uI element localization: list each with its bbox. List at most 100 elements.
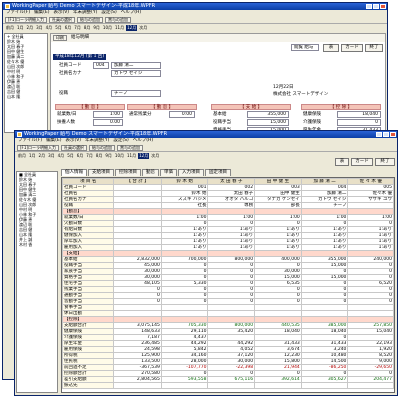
payroll-grid[interactable]: 項 目 名【 合 計 】鈴 木 始太 田 春 子田 中 健 生加 藤 清 二佐 … [61, 177, 395, 393]
menu-edit[interactable]: 編集(E) [46, 138, 61, 144]
month-2[interactable]: 2月 [38, 153, 47, 159]
ded-value[interactable]: 18,040 [337, 111, 381, 118]
doc-title: 給与明細 [71, 35, 89, 40]
menu-yearend[interactable]: 年末調整(Y) [85, 138, 109, 144]
table-cell[interactable] [347, 382, 394, 389]
month-7[interactable]: 7月 [73, 25, 82, 31]
back-window-title: WorkingPaper 給与 Demo スマートデザイン-平成18年.WPFR [12, 3, 156, 9]
front-employee-tree[interactable]: ■ 全社員 鈴木 始 太田 春子 田中 健生 加藤 清二 佐々木 優 山田 次郎… [16, 171, 58, 393]
menu-file[interactable]: ファイル(F) [6, 10, 30, 16]
month-next[interactable]: 次月 [138, 25, 148, 31]
table-cell[interactable] [160, 382, 209, 389]
minimize-button[interactable] [366, 4, 372, 9]
add-salary-button[interactable]: 給与の追加 [76, 16, 103, 23]
month-10[interactable]: 10月 [102, 25, 113, 31]
menu-yearend[interactable]: 年末調整(Y) [73, 10, 97, 16]
month-4[interactable]: 4月 [57, 153, 66, 159]
table-cell[interactable] [113, 382, 162, 389]
tab-input-items[interactable]: 入力項目 [178, 169, 204, 176]
tab-unit-price[interactable]: 単価 [160, 169, 177, 176]
add-bonus-button[interactable]: 賞与の追加 [116, 144, 143, 151]
select-employee-button[interactable]: 社員の選択 [48, 16, 75, 23]
display-button[interactable]: 表 [335, 158, 349, 166]
tree-item[interactable]: 山本 隆 [5, 94, 47, 99]
month-1[interactable]: 1月 [16, 25, 25, 31]
att2-value[interactable]: 0:00 [169, 111, 195, 118]
att-value[interactable]: 0.00 [93, 119, 123, 126]
month-6[interactable]: 6月 [64, 25, 73, 31]
row-label: 振込先 [62, 382, 115, 389]
att-value[interactable]: 1:00 [93, 111, 123, 118]
exit-button[interactable]: 終了 [375, 158, 395, 166]
month-3[interactable]: 3月 [35, 25, 44, 31]
display-button[interactable]: 表 [323, 44, 339, 52]
add-salary-button[interactable]: 給与の追加 [88, 144, 115, 151]
emp-name-field[interactable]: 加藤 清二 [111, 62, 161, 69]
print-button[interactable]: 印刷 [53, 35, 67, 41]
month-9[interactable]: 9月 [92, 25, 101, 31]
month-3[interactable]: 3月 [47, 153, 56, 159]
month-8[interactable]: 8月 [83, 25, 92, 31]
exit-button[interactable]: 終了 [365, 44, 383, 52]
menu-help[interactable]: ヘルプ(H) [121, 10, 141, 16]
month-2[interactable]: 2月 [26, 25, 35, 31]
table-cell[interactable] [254, 382, 302, 389]
month-11[interactable]: 11月 [126, 153, 137, 159]
maximize-button[interactable] [373, 4, 379, 9]
menu-help[interactable]: ヘルプ(H) [133, 138, 153, 144]
tab-payment[interactable]: 支給項目 [88, 169, 114, 176]
menu-file[interactable]: ファイル(F) [18, 138, 42, 144]
month-5[interactable]: 5月 [66, 153, 75, 159]
month-12[interactable]: 12月 [138, 152, 150, 159]
minimize-button[interactable] [376, 132, 382, 137]
tab-deduction[interactable]: 控除項目 [115, 169, 141, 176]
menu-settings[interactable]: 設定(S) [101, 10, 116, 16]
menu-view[interactable]: 表示(V) [53, 10, 69, 16]
pay-date: 12月22日 [273, 85, 294, 90]
month-6[interactable]: 6月 [76, 153, 85, 159]
emp-code-field[interactable]: 004 [93, 62, 109, 69]
menu-edit[interactable]: 編集(E) [34, 10, 49, 16]
pay-value[interactable]: 355,000 [247, 111, 289, 118]
front-window: WorkingPaper 給与 Demo スマートデザイン-平成18年.WPFR… [14, 130, 398, 396]
card-button[interactable]: カード [341, 44, 363, 52]
att-label: 扶養人数 [57, 120, 75, 125]
tab-attendance[interactable]: 勤怠 [142, 169, 159, 176]
menu-settings[interactable]: 設定(S) [113, 138, 128, 144]
back-employee-tree[interactable]: + 全社員 鈴木 始 太田 春子 田中 健生 加藤 清二 佐々木 優 山田 次郎… [4, 33, 48, 133]
payment-head: 【 支 給 】 [211, 104, 291, 110]
payroll-table: 項 目 名【 合 計 】鈴 木 始太 田 春 子田 中 健 生加 藤 清 二佐 … [62, 178, 394, 389]
view-dropdown[interactable]: 閲覧 給与 [291, 44, 319, 51]
card-button[interactable]: カード [351, 158, 373, 166]
month-11[interactable]: 11月 [114, 25, 125, 31]
close-button[interactable] [380, 4, 386, 9]
month-7[interactable]: 7月 [85, 153, 94, 159]
ded-label: 健康保険 [303, 112, 321, 117]
dept-field[interactable]: チーフ [111, 90, 161, 97]
month-prev[interactable]: 前月 [17, 153, 27, 159]
month-4[interactable]: 4月 [45, 25, 54, 31]
month-10[interactable]: 10月 [114, 153, 125, 159]
table-cell[interactable] [207, 382, 256, 389]
table-cell[interactable] [300, 382, 349, 389]
add-bonus-button[interactable]: 賞与の追加 [104, 16, 131, 23]
select-employee-button[interactable]: 社員の選択 [60, 144, 87, 151]
kana-field[interactable]: カトウ セイジ [111, 70, 161, 77]
maximize-button[interactable] [383, 132, 389, 137]
payroll-input-button[interactable]: [F1]ローラ明細入力 [5, 16, 47, 23]
month-8[interactable]: 8月 [95, 153, 104, 159]
payroll-input-button[interactable]: [F1]ローラ明細入力 [17, 144, 59, 151]
month-1[interactable]: 1月 [28, 153, 37, 159]
month-5[interactable]: 5月 [54, 25, 63, 31]
tab-personal[interactable]: 個人情報 [61, 169, 87, 176]
tab-fixed-items[interactable]: 固定項目 [205, 169, 231, 176]
month-12[interactable]: 12月 [126, 24, 138, 31]
menu-view[interactable]: 表示(V) [65, 138, 81, 144]
pay-value[interactable]: 15,000 [247, 119, 289, 126]
month-prev[interactable]: 前月 [5, 25, 15, 31]
month-9[interactable]: 9月 [104, 153, 113, 159]
close-button[interactable] [390, 132, 396, 137]
ded-value[interactable]: 0 [337, 119, 381, 126]
tree-item[interactable]: 木村 香 [17, 242, 57, 247]
month-next[interactable]: 次月 [150, 153, 160, 159]
